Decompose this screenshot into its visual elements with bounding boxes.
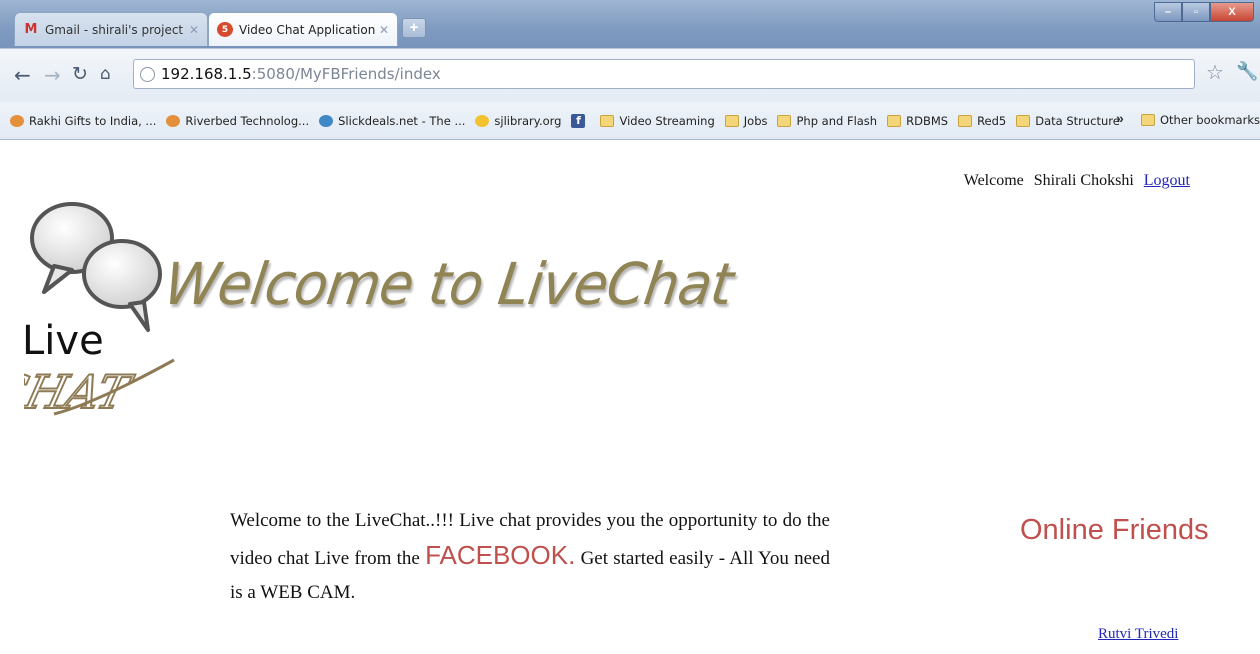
bookmark-jobs[interactable]: Jobs [724, 113, 768, 128]
library-icon [475, 114, 490, 127]
page-info-icon[interactable] [140, 66, 155, 82]
back-icon[interactable]: ← [14, 63, 31, 87]
logo-chat-text: CHAT [24, 367, 137, 420]
bookmark-label: sjlibrary.org [494, 113, 562, 128]
minimize-button[interactable]: – [1154, 2, 1182, 22]
bookmark-label: Video Streaming [619, 113, 715, 128]
browser-titlebar: M Gmail - shirali's project - ... ✕ 5 Vi… [0, 0, 1260, 48]
tab-title: Video Chat Application [239, 22, 375, 37]
bookmark-label: Slickdeals.net - The ... [338, 113, 466, 128]
bookmark-data-structure[interactable]: Data Structure [1016, 114, 1120, 128]
bookmark-riverbed[interactable]: Riverbed Technolog... [166, 114, 309, 128]
friend-link[interactable]: Rutvi Trivedi [1098, 626, 1178, 643]
tab-video-chat[interactable]: 5 Video Chat Application ✕ [208, 12, 398, 46]
bookmark-rdbms[interactable]: RDBMS [887, 114, 948, 128]
address-bar[interactable]: 192.168.1.5:5080/MyFBFriends/index [133, 59, 1195, 89]
gift-icon [10, 114, 24, 127]
bookmark-label: Red5 [977, 113, 1007, 128]
hero-title: Welcome to LiveChat [160, 250, 737, 318]
browser-toolbar: ← → ↻ ⌂ 192.168.1.5:5080/MyFBFriends/ind… [0, 48, 1260, 102]
bookmark-label: Data Structure [1035, 113, 1120, 128]
forward-icon[interactable]: → [44, 63, 61, 87]
tab-close-icon[interactable]: ✕ [379, 23, 389, 37]
html5-icon: 5 [217, 22, 233, 37]
other-bookmarks[interactable]: Other bookmarks [1141, 113, 1260, 127]
logo-live-text: Live [24, 318, 104, 364]
bookmark-rakhi[interactable]: Rakhi Gifts to India, ... [10, 114, 156, 128]
bookmark-red5[interactable]: Red5 [958, 114, 1006, 128]
bookmark-sjlibrary[interactable]: sjlibrary.org [475, 114, 561, 128]
browser-chrome: M Gmail - shirali's project - ... ✕ 5 Vi… [0, 0, 1260, 146]
address-path: :5080/MyFBFriends/index [251, 65, 441, 83]
address-host: 192.168.1.5 [161, 65, 252, 83]
folder-icon [1141, 114, 1155, 126]
bookmark-php-flash[interactable]: Php and Flash [777, 114, 877, 128]
online-friends-heading: Online Friends [1020, 514, 1209, 546]
tab-title: Gmail - shirali's project - ... [45, 22, 185, 37]
folder-icon [887, 114, 902, 127]
tab-close-icon[interactable]: ✕ [189, 23, 199, 37]
folder-icon [777, 114, 792, 127]
folder-icon [1016, 114, 1031, 127]
user-greeting: Welcome Shirali Chokshi Logout [964, 172, 1190, 190]
intro-paragraph: Welcome to the LiveChat..!!! Live chat p… [230, 504, 830, 610]
riverbed-icon [166, 114, 181, 127]
bookmark-facebook[interactable]: f [571, 113, 590, 128]
bookmark-label: Php and Flash [796, 113, 878, 128]
welcome-label: Welcome [963, 172, 1024, 189]
speech-bubble-icon [82, 239, 162, 332]
bookmark-slickdeals[interactable]: Slickdeals.net - The ... [319, 114, 465, 128]
slickdeals-icon [319, 114, 334, 127]
facebook-highlight: FACEBOOK. [425, 540, 576, 570]
bookmark-star-icon[interactable]: ☆ [1206, 60, 1224, 85]
bookmarks-overflow-icon[interactable]: » [1116, 110, 1124, 126]
logout-link[interactable]: Logout [1144, 172, 1190, 190]
bookmark-label: Jobs [743, 113, 768, 128]
folder-icon [600, 114, 615, 127]
maximize-button[interactable]: ▫ [1182, 2, 1210, 22]
reload-icon[interactable]: ↻ [72, 63, 88, 85]
bookmarks-bar: Rakhi Gifts to India, ... Riverbed Techn… [0, 102, 1260, 140]
other-bookmarks-label: Other bookmarks [1160, 113, 1260, 127]
wrench-menu-icon[interactable]: 🔧 [1236, 61, 1258, 82]
page-content: Welcome Shirali Chokshi Logout Live CHAT… [0, 146, 1260, 654]
facebook-icon: f [571, 113, 586, 128]
bookmark-video-streaming[interactable]: Video Streaming [600, 113, 715, 128]
close-window-button[interactable]: X [1210, 2, 1254, 22]
bookmark-label: Riverbed Technolog... [185, 113, 310, 128]
folder-icon [958, 114, 973, 127]
folder-icon [724, 114, 739, 127]
bookmark-label: RDBMS [906, 113, 949, 128]
bookmark-label: Rakhi Gifts to India, ... [29, 113, 157, 128]
gmail-icon: M [24, 22, 38, 37]
tab-gmail[interactable]: M Gmail - shirali's project - ... ✕ [14, 12, 208, 46]
window-controls: – ▫ X [1154, 2, 1254, 22]
new-tab-button[interactable]: + [402, 18, 426, 38]
user-name: Shirali Chokshi [1033, 172, 1134, 189]
home-icon[interactable]: ⌂ [100, 64, 111, 84]
